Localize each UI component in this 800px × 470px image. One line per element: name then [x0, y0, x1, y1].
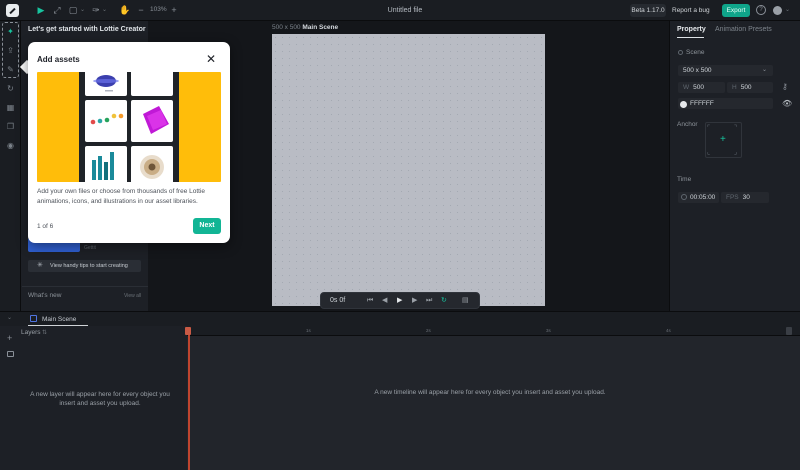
zoom-level[interactable]: 103%: [150, 5, 167, 15]
ruler-tick: 3s: [546, 328, 551, 333]
select-tool-icon[interactable]: ▶: [36, 5, 46, 15]
anchor-center-icon[interactable]: +: [720, 134, 726, 145]
chevron-down-icon[interactable]: ⌄: [102, 5, 107, 15]
file-title[interactable]: Untitled file: [350, 0, 460, 21]
ruler-tick: 4s: [666, 328, 671, 333]
zoom-out-icon[interactable]: −: [136, 5, 146, 15]
artboard[interactable]: [272, 34, 545, 306]
close-icon[interactable]: ✕: [206, 52, 216, 66]
size-select[interactable]: 500 x 500: [678, 65, 773, 76]
color-swatch[interactable]: [680, 101, 687, 108]
asset-library-illustration: [79, 72, 179, 182]
link-icon[interactable]: ⚷: [782, 82, 788, 91]
chevron-down-icon[interactable]: ⌄: [80, 5, 85, 15]
playhead-handle[interactable]: [185, 327, 191, 335]
playhead[interactable]: [188, 328, 190, 470]
view-all-link[interactable]: View all: [124, 293, 141, 299]
timeline-empty-hint: A new timeline will appear here for ever…: [374, 389, 606, 396]
layers-icon[interactable]: ❐: [4, 120, 17, 133]
divider: [22, 286, 148, 287]
fps-field-value: 30: [742, 194, 750, 201]
eye-icon[interactable]: 👁: [782, 99, 792, 108]
anchor-bottom-left-icon[interactable]: ⌞: [707, 148, 710, 156]
fps-field[interactable]: FPS 30: [721, 192, 769, 203]
width-field-value: 500: [693, 84, 704, 91]
grid-icon[interactable]: ▦: [4, 101, 17, 114]
hand-tool-icon[interactable]: ✋: [119, 5, 130, 15]
frame-readout: 0s 0f: [330, 297, 346, 304]
refresh-icon[interactable]: ↻: [4, 82, 17, 95]
artboard-label: 500 x 500 Main Scene: [272, 24, 338, 31]
next-frame-icon[interactable]: ▶: [412, 296, 417, 305]
collapse-icon[interactable]: ⌄: [7, 314, 12, 321]
tab-property[interactable]: Property: [677, 26, 706, 33]
scene-tab-icon: [30, 315, 37, 322]
gamepad-icon[interactable]: ◉: [4, 139, 17, 152]
layers-label: Layers: [21, 329, 41, 336]
avatar[interactable]: [773, 6, 782, 15]
logo-icon[interactable]: [6, 4, 19, 17]
background-color-field[interactable]: FFFFFF: [678, 98, 773, 109]
height-field-value: 500: [740, 84, 752, 91]
last-frame-icon[interactable]: ⏭: [426, 296, 432, 305]
export-button[interactable]: Export: [722, 4, 750, 17]
whats-new-heading: What's new: [28, 292, 62, 299]
ruler-tick: 1s: [306, 328, 311, 333]
tab-animation-presets[interactable]: Animation Presets: [715, 26, 772, 33]
scene-label: Scene: [686, 49, 705, 56]
add-layer-icon[interactable]: +: [7, 333, 12, 343]
panel-heading: Let's get started with Lottie Creator: [28, 26, 146, 33]
view-tips-button[interactable]: View handy tips to start creating: [28, 260, 141, 272]
prev-frame-icon[interactable]: ◀: [382, 296, 387, 305]
ruler-tick: 2s: [426, 328, 431, 333]
time-label: Time: [677, 176, 692, 183]
version-badge: Beta 1.17.0: [630, 4, 666, 17]
anchor-top-right-icon[interactable]: ⌝: [734, 124, 737, 132]
node-tool-icon[interactable]: ⤢: [52, 5, 62, 15]
step-counter: 1 of 6: [37, 223, 54, 230]
timeline-header: [0, 311, 800, 326]
assets-illustration: [37, 72, 221, 182]
timeline-tracks[interactable]: [187, 336, 800, 470]
anchor-bottom-right-icon[interactable]: ⌟: [734, 148, 737, 156]
size-select-value: 500 x 500: [683, 67, 712, 74]
sort-icon[interactable]: ⇅: [42, 329, 47, 336]
shape-tool-icon[interactable]: ▢: [68, 5, 78, 15]
image-icon[interactable]: [7, 351, 14, 357]
tab-main-scene[interactable]: Main Scene: [42, 316, 76, 323]
loop-icon[interactable]: ↻: [441, 296, 447, 305]
upload-icon[interactable]: ⇪: [4, 44, 17, 57]
scene-icon: [678, 50, 683, 55]
layers-empty-hint: A new layer will appear here for every o…: [30, 391, 170, 407]
pen-icon[interactable]: ✎: [4, 63, 17, 76]
artboard-scene-name: Main Scene: [302, 24, 339, 31]
anchor-label: Anchor: [677, 121, 698, 128]
thumbnail-caption: Gettit: [84, 245, 96, 251]
preview-icon[interactable]: ▤: [462, 296, 469, 305]
fps-field-label: FPS: [726, 194, 739, 201]
popup-description: Add your own files or choose from thousa…: [37, 188, 206, 205]
popup-title: Add assets: [37, 55, 80, 64]
timeline-ruler[interactable]: [187, 326, 800, 336]
chevron-down-icon: ⌄: [762, 67, 768, 73]
height-field-label: H: [732, 84, 737, 91]
width-field-label: W: [683, 84, 690, 91]
active-tab-indicator: [677, 37, 704, 38]
first-frame-icon[interactable]: ⏮: [367, 296, 373, 305]
clock-icon: [681, 194, 687, 200]
zoom-in-icon[interactable]: +: [169, 5, 179, 15]
report-bug-link[interactable]: Report a bug: [672, 0, 710, 21]
height-field[interactable]: H 500: [727, 82, 773, 93]
chevron-down-icon[interactable]: ⌄: [785, 5, 790, 15]
help-icon[interactable]: ?: [756, 5, 766, 15]
artboard-size: 500 x 500: [272, 24, 301, 31]
play-icon[interactable]: ▶: [397, 296, 402, 305]
next-button[interactable]: Next: [193, 218, 221, 234]
end-marker[interactable]: [786, 327, 792, 335]
anchor-top-left-icon[interactable]: ⌜: [707, 124, 710, 132]
sparkle-icon: ✳: [37, 262, 43, 269]
width-field[interactable]: W 500: [678, 82, 725, 93]
pen-tool-icon[interactable]: ✑: [91, 5, 101, 15]
